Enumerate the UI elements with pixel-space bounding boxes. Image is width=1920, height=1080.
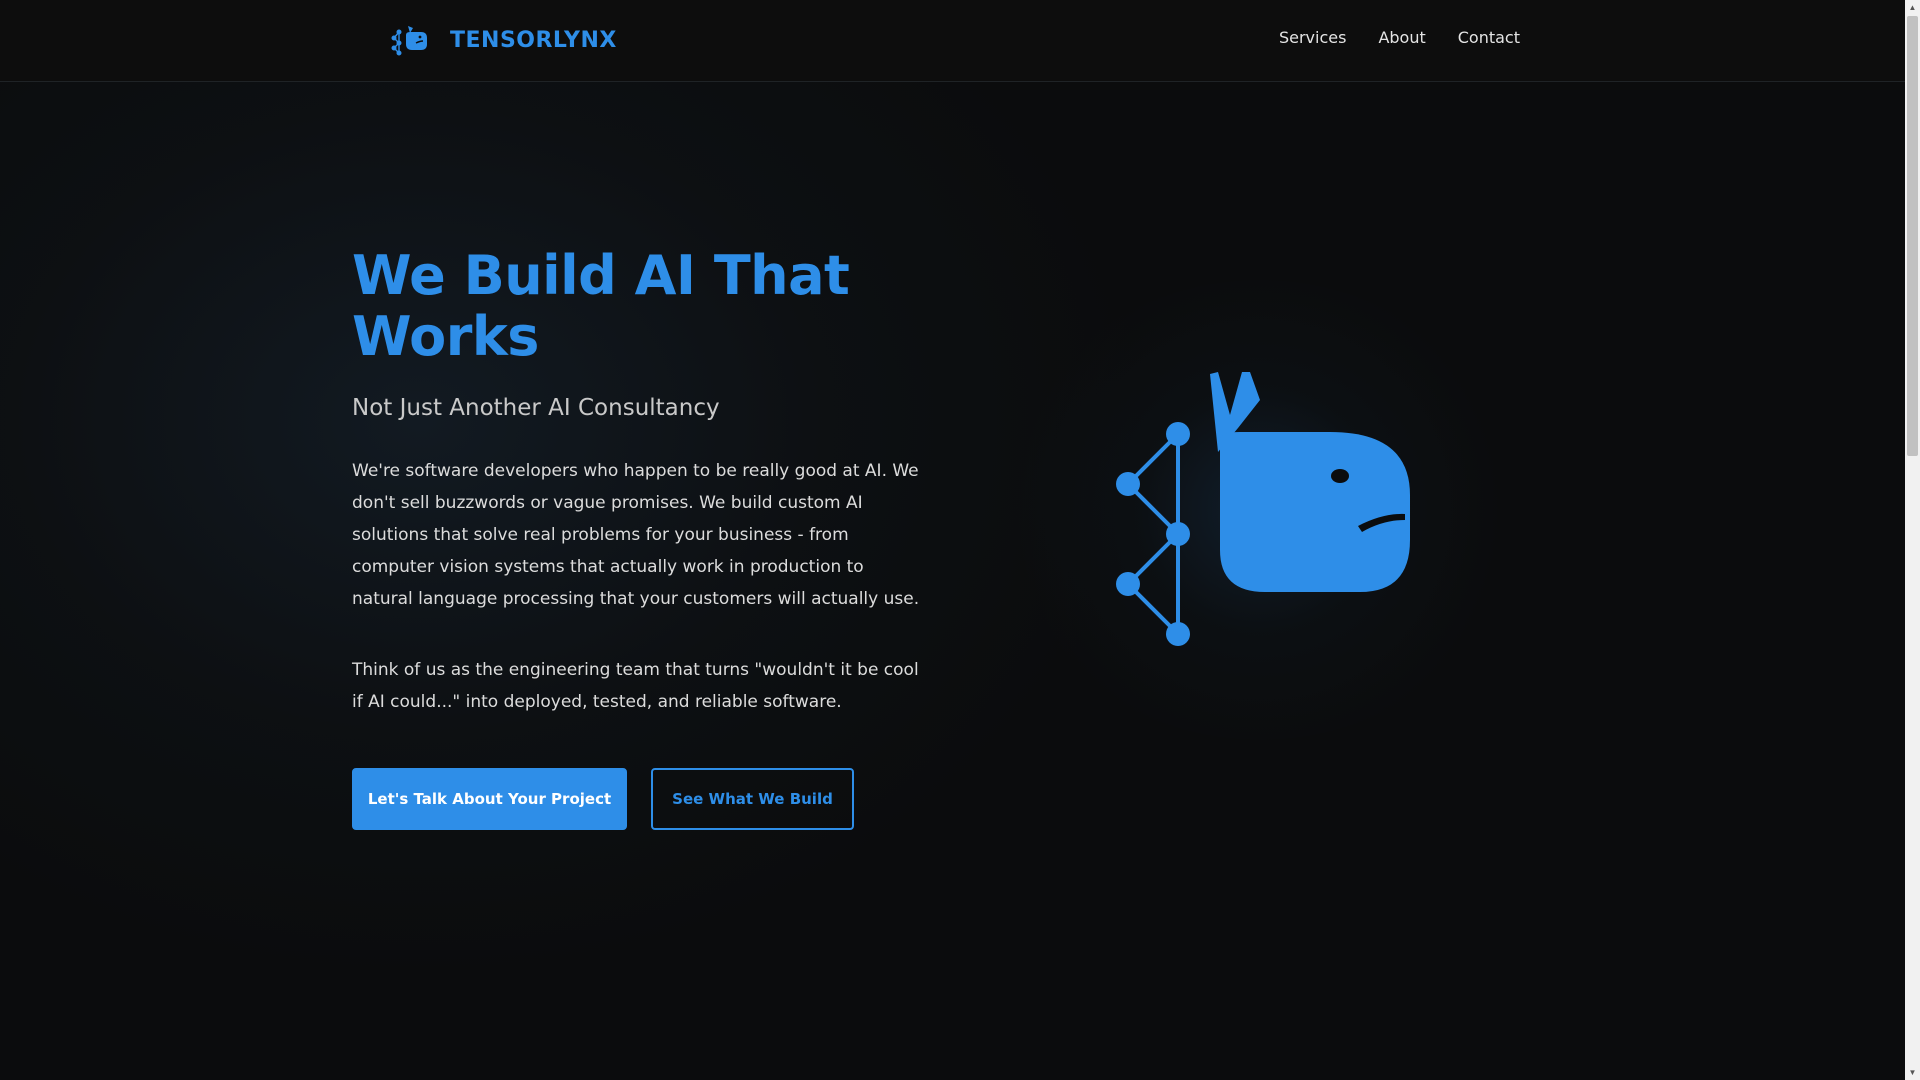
hero-paragraph-intro: We're software developers who happen to … — [352, 461, 920, 609]
scroll-up-icon[interactable]: ▲ — [1905, 0, 1920, 15]
hero-paragraph-closing: Think of us as the engineering team that… — [352, 660, 919, 712]
nav-link-contact[interactable]: Contact — [1458, 28, 1520, 47]
hero-actions: Let's Talk About Your Project See What W… — [352, 768, 854, 830]
lynx-logo-icon — [391, 26, 427, 56]
hero-subtitle: Not Just Another AI Consultancy — [352, 395, 720, 421]
talk-project-button[interactable]: Let's Talk About Your Project — [352, 768, 627, 830]
main-nav: Services About Contact — [1279, 28, 1520, 47]
scrollbar-thumb[interactable] — [1907, 16, 1918, 456]
see-what-we-build-button[interactable]: See What We Build — [651, 768, 854, 830]
nav-link-about[interactable]: About — [1378, 28, 1425, 47]
site-header: TENSORLYNX Services About Contact — [0, 0, 1905, 82]
brand[interactable]: TENSORLYNX — [388, 18, 617, 62]
nav-link-services[interactable]: Services — [1279, 28, 1346, 47]
brand-name: TENSORLYNX — [450, 27, 617, 53]
page-scrollbar[interactable]: ▲ ▼ — [1905, 0, 1920, 1080]
lynx-network-illustration-icon — [1116, 372, 1410, 646]
page: TENSORLYNX Services About Contact We Bui… — [0, 0, 1905, 1080]
scroll-down-icon[interactable]: ▼ — [1905, 1065, 1920, 1080]
hero-title: We Build AI That Works — [352, 244, 850, 368]
hero-content: We Build AI That Works Not Just Another … — [352, 245, 932, 718]
